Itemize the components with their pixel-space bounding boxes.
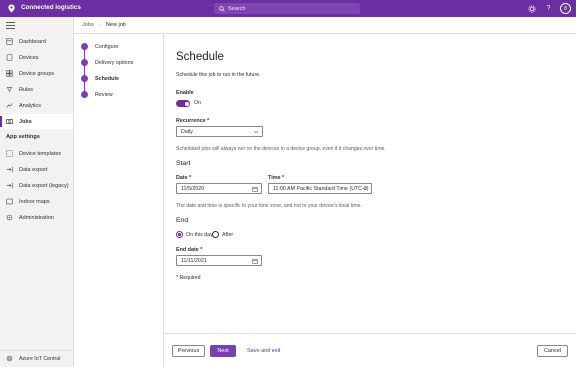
- sidebar-item-label: Devices: [19, 54, 39, 61]
- dashboard-icon: [6, 38, 13, 45]
- sidebar-item-analytics[interactable]: Analytics: [0, 98, 73, 113]
- sidebar-item-label: Jobs: [19, 118, 32, 125]
- sidebar-item-label: Dashboard: [19, 38, 46, 45]
- sidebar-item-data-export[interactable]: Data export: [0, 162, 73, 177]
- time-zone-note: The date and time is specific to your ti…: [176, 203, 362, 209]
- hamburger-menu-icon[interactable]: [6, 22, 15, 29]
- wizard-steps: Configure Delivery options Schedule Revi…: [74, 34, 164, 367]
- breadcrumb-current: New job: [105, 22, 126, 28]
- sidebar-item-dashboard[interactable]: Dashboard: [0, 34, 73, 49]
- required-note: * Required: [176, 275, 201, 281]
- recurrence-label: Recurrence *: [176, 118, 210, 124]
- date-label: Date *: [176, 175, 192, 181]
- save-and-exit-link[interactable]: Save and exit: [247, 348, 280, 354]
- data-export-icon: [6, 166, 13, 173]
- enable-toggle[interactable]: [176, 100, 190, 107]
- search-input[interactable]: Search: [214, 3, 360, 14]
- chevron-down-icon: [253, 130, 259, 134]
- start-date-picker[interactable]: 11/5/2020: [176, 183, 262, 194]
- step-schedule[interactable]: Schedule: [95, 76, 119, 82]
- sidebar-item-label: Data export (legacy): [19, 182, 69, 189]
- avatar[interactable]: 8: [560, 3, 571, 14]
- sidebar-item-label: Administration: [19, 214, 54, 221]
- end-after-label: After: [222, 232, 234, 238]
- sidebar-item-devices[interactable]: Devices: [0, 50, 73, 65]
- page-description: Schedule this job to run in the future.: [176, 72, 261, 78]
- end-after-radio[interactable]: [212, 231, 219, 238]
- start-heading: Start: [176, 160, 191, 167]
- step-dot-configure: [81, 43, 88, 50]
- step-configure[interactable]: Configure: [95, 44, 118, 50]
- sidebar-item-indoor-maps[interactable]: Indoor maps: [0, 194, 73, 209]
- sidebar-item-rules[interactable]: Rules: [0, 82, 73, 97]
- cancel-button[interactable]: Cancel: [537, 345, 568, 357]
- sidebar: Dashboard Devices Device groups Rules An…: [0, 17, 74, 367]
- indoor-maps-icon: [6, 198, 13, 205]
- enable-label: Enable: [176, 90, 194, 96]
- search-placeholder: Search: [228, 5, 246, 12]
- sidebar-item-label: Indoor maps: [19, 198, 50, 205]
- sidebar-item-data-export-legacy[interactable]: Data export (legacy): [0, 178, 73, 193]
- sidebar-item-device-templates[interactable]: Device templates: [0, 146, 73, 161]
- step-dot-delivery-options: [81, 59, 88, 66]
- step-dot-schedule: [81, 75, 88, 82]
- end-date-value: 11/11/2021: [181, 257, 207, 264]
- step-dot-review: [81, 91, 88, 98]
- search-icon: [219, 5, 225, 12]
- data-export-legacy-icon: [6, 182, 13, 189]
- sidebar-item-jobs[interactable]: Jobs: [0, 114, 73, 129]
- calendar-icon: [252, 258, 258, 264]
- time-label: Time *: [268, 175, 285, 181]
- administration-icon: [6, 214, 13, 221]
- sidebar-item-label: Analytics: [19, 102, 42, 109]
- analytics-icon: [6, 102, 13, 109]
- end-heading: End: [176, 217, 189, 224]
- end-on-this-day-label: On this day: [186, 232, 213, 238]
- wizard-footer: Previous Next Save and exit Cancel: [164, 333, 576, 367]
- sidebar-item-administration[interactable]: Administration: [0, 210, 73, 225]
- sidebar-item-device-groups[interactable]: Device groups: [0, 66, 73, 81]
- schedule-form: Schedule Schedule this job to run in the…: [164, 34, 576, 333]
- settings-gear-icon[interactable]: [526, 3, 537, 14]
- calendar-icon: [252, 186, 258, 192]
- step-review[interactable]: Review: [95, 92, 113, 98]
- sidebar-item-label: Rules: [19, 86, 34, 93]
- sidebar-footer-azure-iot-central[interactable]: Azure IoT Central: [0, 350, 73, 366]
- end-date-picker[interactable]: 11/11/2021: [176, 255, 262, 266]
- recurrence-note: Scheduled jobs will always run on the de…: [176, 146, 386, 152]
- help-icon[interactable]: ?: [543, 3, 554, 14]
- breadcrumb: Jobs › New job: [74, 17, 576, 34]
- device-groups-icon: [6, 70, 13, 77]
- sidebar-footer-label: Azure IoT Central: [19, 355, 61, 362]
- time-dropdown[interactable]: 11:00 AM Pacific Standard Time (UTC-8): [268, 183, 372, 194]
- breadcrumb-separator: ›: [98, 22, 101, 28]
- location-pin-icon: [8, 4, 15, 13]
- device-templates-icon: [6, 150, 13, 157]
- end-date-label: End date *: [176, 247, 203, 253]
- devices-icon: [6, 54, 13, 61]
- app-title[interactable]: Connected logistics: [21, 4, 81, 11]
- sidebar-item-label: Device templates: [19, 150, 62, 157]
- sidebar-item-label: Data export: [19, 166, 48, 173]
- start-date-value: 11/5/2020: [181, 185, 205, 192]
- step-delivery-options[interactable]: Delivery options: [95, 60, 133, 66]
- next-button[interactable]: Next: [210, 345, 236, 357]
- top-bar: Connected logistics Search ? 8: [0, 0, 576, 17]
- chevron-down-icon: [362, 187, 368, 191]
- jobs-icon: [6, 118, 13, 125]
- recurrence-dropdown[interactable]: Daily: [176, 126, 263, 137]
- time-value: 11:00 AM Pacific Standard Time (UTC-8): [273, 185, 369, 192]
- sidebar-item-label: Device groups: [19, 70, 55, 77]
- azure-iot-central-icon: [6, 355, 13, 362]
- enable-toggle-state: On: [194, 100, 201, 106]
- rules-icon: [6, 86, 13, 93]
- previous-button[interactable]: Previous: [172, 345, 205, 357]
- sidebar-section-app-settings: App settings: [6, 134, 40, 140]
- page-title: Schedule: [176, 51, 224, 63]
- recurrence-value: Daily: [181, 128, 193, 135]
- breadcrumb-jobs-link[interactable]: Jobs: [82, 22, 94, 28]
- end-on-this-day-radio[interactable]: [176, 231, 183, 238]
